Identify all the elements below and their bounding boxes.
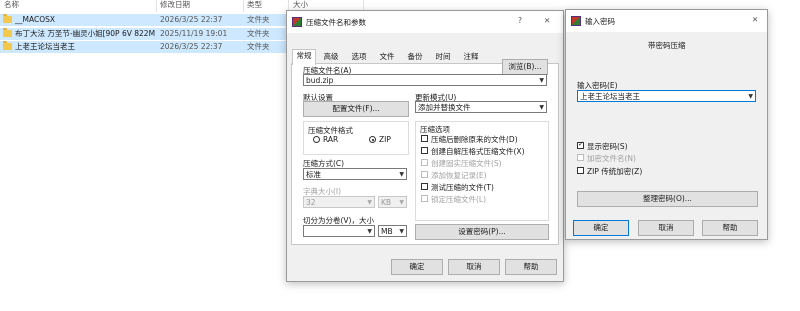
folder-icon xyxy=(3,41,12,50)
test-files-label: 测试压缩的文件(T) xyxy=(431,183,494,192)
password-cancel-button[interactable]: 取消 xyxy=(638,220,694,236)
archive-dialog-title: 压缩文件名和参数 xyxy=(306,18,366,27)
rar-radio-label: RAR xyxy=(323,135,339,144)
file-type: 文件夹 xyxy=(247,42,270,51)
manage-passwords-button[interactable]: 整理密码(O)... xyxy=(577,191,758,207)
archive-name-combo[interactable]: bud.zip ▼ xyxy=(303,74,547,86)
file-name: 布丁大法 万圣节-幽灵小姐[90P 6V 822M] xyxy=(15,29,155,38)
file-row[interactable]: 布丁大法 万圣节-幽灵小姐[90P 6V 822M] 2025/11/19 19… xyxy=(0,28,286,40)
method-value: 标准 xyxy=(306,170,321,179)
show-password-checkbox[interactable] xyxy=(577,140,584,149)
dictionary-select[interactable]: 32 ▼ xyxy=(303,196,375,208)
method-select[interactable]: 标准 ▼ xyxy=(303,168,407,180)
winrar-icon xyxy=(571,16,581,26)
help-icon[interactable]: ? xyxy=(518,16,522,25)
archive-dialog-titlebar[interactable]: 压缩文件名和参数 ? ✕ xyxy=(287,11,563,33)
browse-button[interactable]: 浏览(B)... xyxy=(502,59,548,75)
chevron-down-icon[interactable]: ▼ xyxy=(539,75,544,87)
column-separator[interactable] xyxy=(243,0,244,12)
password-value: 上老王论坛当老王 xyxy=(580,92,640,101)
set-password-button[interactable]: 设置密码(P)... xyxy=(415,224,549,240)
chevron-down-icon[interactable]: ▼ xyxy=(399,197,404,209)
split-unit-select[interactable]: MB ▼ xyxy=(378,225,407,237)
password-dialog-title: 输入密码 xyxy=(585,17,615,26)
close-icon[interactable]: ✕ xyxy=(544,16,550,25)
file-date: 2026/3/25 22:37 xyxy=(160,15,223,24)
close-icon[interactable]: ✕ xyxy=(752,15,758,24)
file-row[interactable]: 上老王论坛当老王 2026/3/25 22:37 文件夹 xyxy=(0,41,286,53)
folder-icon xyxy=(3,28,12,37)
chevron-down-icon[interactable]: ▼ xyxy=(539,102,544,114)
archive-dialog: 压缩文件名和参数 ? ✕ 常规 高级 选项 文件 备份 时间 注释 压缩文件名(… xyxy=(286,10,564,282)
solid-checkbox[interactable] xyxy=(421,159,428,166)
cancel-button[interactable]: 取消 xyxy=(448,259,500,275)
chevron-down-icon[interactable]: ▼ xyxy=(399,169,404,181)
password-dialog-titlebar[interactable]: 输入密码 ✕ xyxy=(566,10,767,32)
dictionary-unit-select[interactable]: KB ▼ xyxy=(378,196,407,208)
recovery-record-label: 添加恢复记录(E) xyxy=(431,171,487,180)
update-mode-value: 添加并替换文件 xyxy=(418,103,471,112)
test-files-checkbox[interactable] xyxy=(421,183,428,190)
tab-files[interactable]: 文件 xyxy=(376,51,398,63)
encrypt-names-label: 加密文件名(N) xyxy=(587,154,636,163)
file-row[interactable]: __MACOSX 2026/3/25 22:37 文件夹 xyxy=(0,14,286,26)
zip-legacy-checkbox[interactable] xyxy=(577,167,584,174)
password-dialog: 输入密码 ✕ 带密码压缩 输入密码(E) 上老王论坛当老王 ▼ 显示密码(S) … xyxy=(565,9,768,240)
password-dialog-subtitle: 带密码压缩 xyxy=(648,41,686,50)
chevron-down-icon[interactable]: ▼ xyxy=(748,91,753,103)
file-date: 2026/3/25 22:37 xyxy=(160,42,223,51)
tab-comment[interactable]: 注释 xyxy=(460,51,482,63)
rar-radio[interactable] xyxy=(313,136,320,143)
tab-options[interactable]: 选项 xyxy=(348,51,370,63)
sfx-checkbox[interactable] xyxy=(421,147,428,154)
ok-button[interactable]: 确定 xyxy=(391,259,443,275)
column-separator[interactable] xyxy=(156,0,157,12)
tab-backup[interactable]: 备份 xyxy=(404,51,426,63)
archive-name-value: bud.zip xyxy=(306,76,334,85)
profiles-button[interactable]: 配置文件(F)... xyxy=(303,101,409,117)
chevron-down-icon[interactable]: ▼ xyxy=(367,197,372,209)
lock-archive-checkbox[interactable] xyxy=(421,195,428,202)
column-header-type[interactable]: 类型 xyxy=(247,0,262,12)
recovery-record-checkbox[interactable] xyxy=(421,171,428,178)
tab-time[interactable]: 时间 xyxy=(432,51,454,63)
delete-after-label: 压缩后删除原来的文件(D) xyxy=(431,135,518,144)
column-header-modified[interactable]: 修改日期 xyxy=(160,0,190,12)
tab-advanced[interactable]: 高级 xyxy=(320,51,342,63)
column-header-name[interactable]: 名称 xyxy=(4,0,19,12)
file-name: 上老王论坛当老王 xyxy=(15,42,75,51)
password-help-button[interactable]: 帮助 xyxy=(702,220,758,236)
split-unit: MB xyxy=(381,227,393,236)
folder-icon xyxy=(3,14,12,23)
zip-radio[interactable] xyxy=(369,136,376,143)
file-name: __MACOSX xyxy=(15,15,56,24)
dictionary-unit: KB xyxy=(381,198,392,207)
winrar-icon xyxy=(292,17,302,27)
help-button[interactable]: 帮助 xyxy=(505,259,557,275)
solid-label: 创建固实压缩文件(S) xyxy=(431,159,502,168)
show-password-label: 显示密码(S) xyxy=(587,142,628,151)
zip-radio-label: ZIP xyxy=(379,135,391,144)
sfx-label: 创建自解压格式压缩文件(X) xyxy=(431,147,525,156)
password-ok-button[interactable]: 确定 xyxy=(573,220,629,236)
delete-after-checkbox[interactable] xyxy=(421,135,428,142)
lock-archive-label: 锁定压缩文件(L) xyxy=(431,195,487,204)
encrypt-names-checkbox[interactable] xyxy=(577,154,584,161)
tab-general[interactable]: 常规 xyxy=(292,49,316,65)
split-volumes-combo[interactable]: ▼ xyxy=(303,225,375,237)
chevron-down-icon[interactable]: ▼ xyxy=(367,226,372,238)
password-input[interactable]: 上老王论坛当老王 ▼ xyxy=(577,90,756,102)
file-type: 文件夹 xyxy=(247,29,270,38)
dictionary-value: 32 xyxy=(306,198,316,207)
chevron-down-icon[interactable]: ▼ xyxy=(399,226,404,238)
update-mode-select[interactable]: 添加并替换文件 ▼ xyxy=(415,101,547,113)
file-type: 文件夹 xyxy=(247,15,270,24)
zip-legacy-label: ZIP 传统加密(Z) xyxy=(587,167,643,176)
file-date: 2025/11/19 19:01 xyxy=(160,29,228,38)
